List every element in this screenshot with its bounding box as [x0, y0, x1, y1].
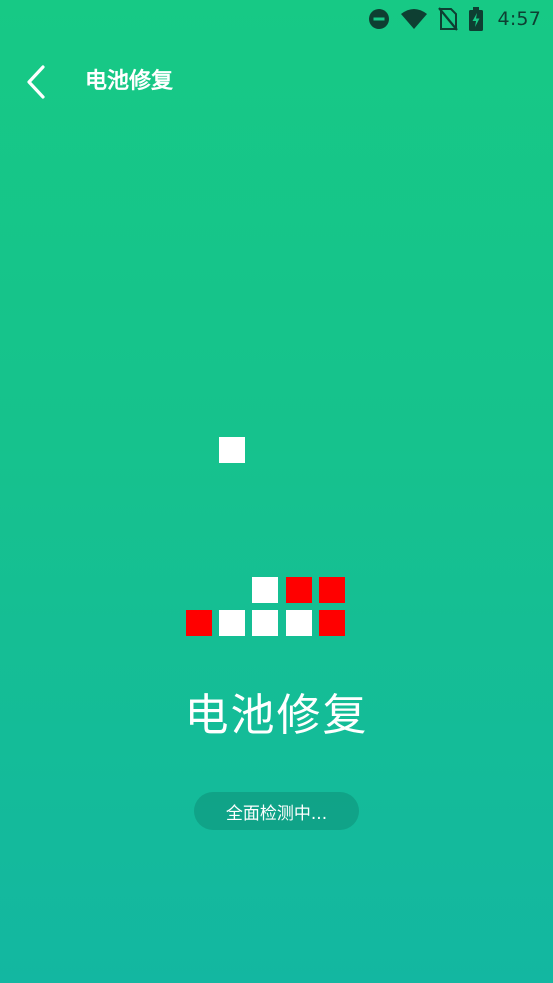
scan-status-text: 全面检测中... — [225, 803, 328, 824]
stack-block — [252, 577, 278, 603]
stack-block — [252, 610, 278, 636]
battery-charging-icon — [468, 7, 484, 31]
do-not-disturb-icon — [368, 8, 390, 30]
app-bar: 电池修复 — [0, 52, 553, 112]
damaged-block — [319, 577, 345, 603]
falling-block — [219, 437, 245, 463]
status-time: 4:57 — [497, 8, 541, 30]
back-button[interactable] — [14, 60, 58, 104]
battery-repair-animation — [0, 0, 553, 983]
wifi-icon — [400, 8, 428, 30]
chevron-left-icon — [27, 65, 45, 99]
status-icons: 4:57 — [368, 6, 541, 32]
damaged-block — [186, 610, 212, 636]
main-title: 电池修复 — [184, 690, 369, 741]
stack-block — [219, 610, 245, 636]
status-bar: 4:57 — [0, 0, 553, 38]
page-title: 电池修复 — [85, 69, 174, 94]
damaged-block — [319, 610, 345, 636]
stack-block — [286, 610, 312, 636]
scan-status-badge: 全面检测中... — [194, 792, 359, 830]
no-sim-icon — [437, 7, 458, 31]
damaged-block — [286, 577, 312, 603]
screen: 4:57 电池修复 电池修复 全面检测中... — [0, 0, 553, 983]
